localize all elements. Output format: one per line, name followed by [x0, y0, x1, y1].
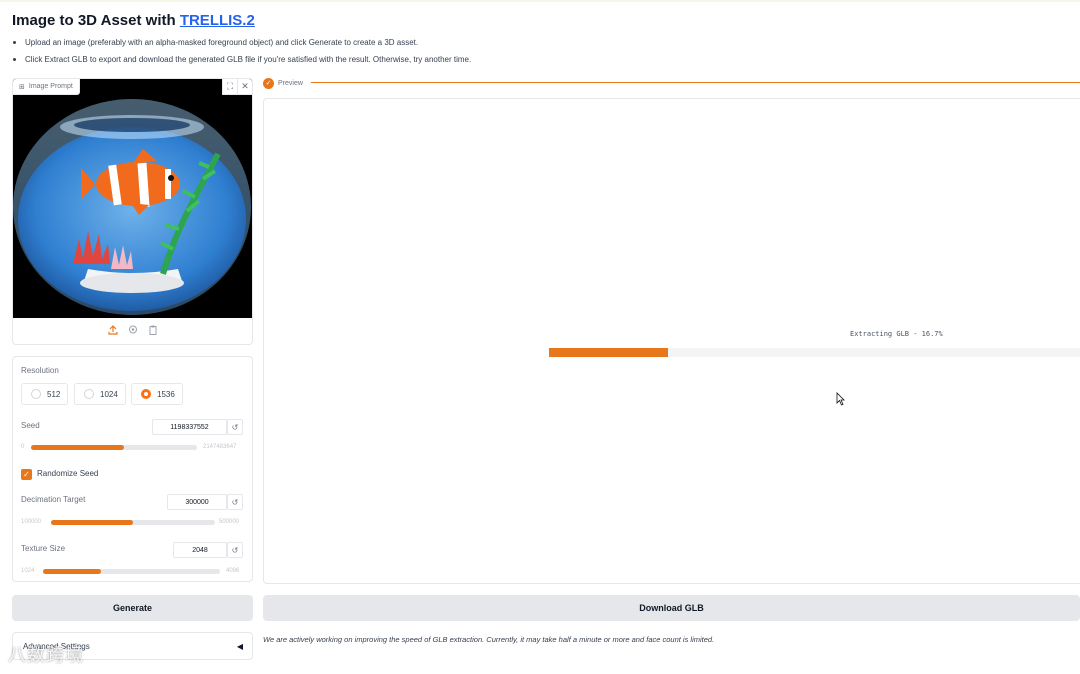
collapse-triangle-icon: ◀ [236, 642, 243, 651]
image-prompt-panel[interactable]: ⊞ Image Prompt ⛶ ✕ [12, 78, 253, 345]
generate-button[interactable]: Generate [12, 595, 253, 621]
texture-size-input[interactable]: 2048 [173, 542, 227, 558]
randomize-seed-label: Randomize Seed [37, 469, 99, 478]
texture-max: 4096 [226, 568, 240, 574]
decimation-reset-icon[interactable]: ↺ [227, 494, 243, 510]
seed-slider-fill [31, 445, 124, 450]
seed-label: Seed [21, 421, 40, 430]
resolution-option-1536[interactable]: 1536 [131, 383, 183, 405]
decimation-max: 500000 [219, 519, 240, 525]
watermark: 八数跨境 [8, 645, 84, 665]
radio-label: 1024 [100, 389, 118, 399]
top-accent-line [0, 0, 1080, 2]
upload-icon[interactable] [107, 324, 118, 335]
progress-fill [549, 348, 668, 357]
texture-size-label: Texture Size [21, 544, 66, 553]
seed-input[interactable]: 1198337552 [152, 419, 227, 435]
preview-divider [311, 82, 1080, 83]
decimation-min: 100000 [21, 519, 42, 525]
resolution-option-1024[interactable]: 1024 [74, 383, 126, 405]
settings-panel: Resolution 512 1024 1536 Seed 1198337552… [12, 356, 253, 582]
mouse-cursor-icon [836, 392, 845, 406]
radio-label: 512 [47, 389, 61, 399]
seed-min: 0 [21, 444, 25, 450]
preview-header: ✓ Preview [263, 76, 303, 90]
performance-note: We are actively working on improving the… [263, 635, 715, 644]
close-icon[interactable]: ✕ [237, 79, 252, 95]
preview-panel[interactable] [263, 98, 1080, 584]
decimation-input[interactable]: 300000 [167, 494, 227, 510]
check-circle-icon: ✓ [263, 77, 274, 89]
trellis-link[interactable]: TRELLIS.2 [180, 12, 255, 29]
page-title: Image to 3D Asset with TRELLIS.2 [12, 12, 255, 29]
image-prompt-label: ⊞ Image Prompt [13, 79, 80, 95]
radio-label: 1536 [157, 389, 175, 399]
uploaded-image [13, 79, 252, 318]
texture-reset-icon[interactable]: ↺ [227, 542, 243, 558]
resolution-option-512[interactable]: 512 [21, 383, 68, 405]
randomize-seed-checkbox[interactable]: ✓ [21, 469, 32, 480]
image-prompt-label-text: Image Prompt [28, 83, 73, 90]
decimation-label: Decimation Target [21, 495, 86, 504]
webcam-icon[interactable] [127, 324, 138, 335]
title-prefix: Image to 3D Asset with [12, 12, 180, 29]
instructions-list: Upload an image (preferably with an alph… [12, 37, 471, 71]
image-tools: ⛶ ✕ [222, 79, 252, 95]
image-icon: ⊞ [19, 83, 25, 91]
resolution-label: Resolution [21, 366, 59, 375]
download-glb-button[interactable]: Download GLB [263, 595, 1080, 621]
seed-reset-icon[interactable]: ↺ [227, 419, 243, 435]
fullscreen-icon[interactable]: ⛶ [222, 79, 237, 95]
decimation-slider-fill [51, 520, 133, 525]
seed-max: 2147483647 [203, 444, 237, 450]
clipboard-icon[interactable] [147, 324, 158, 335]
image-source-actions [13, 324, 252, 335]
instruction-item: Click Extract GLB to export and download… [12, 54, 471, 71]
texture-min: 1024 [21, 568, 35, 574]
radio-dot [31, 389, 41, 399]
texture-slider-fill [43, 569, 101, 574]
radio-dot [84, 389, 94, 399]
preview-label: Preview [278, 79, 303, 87]
radio-dot [141, 389, 151, 399]
instruction-item: Upload an image (preferably with an alph… [12, 37, 471, 54]
progress-text: Extracting GLB - 16.7% [850, 330, 943, 338]
